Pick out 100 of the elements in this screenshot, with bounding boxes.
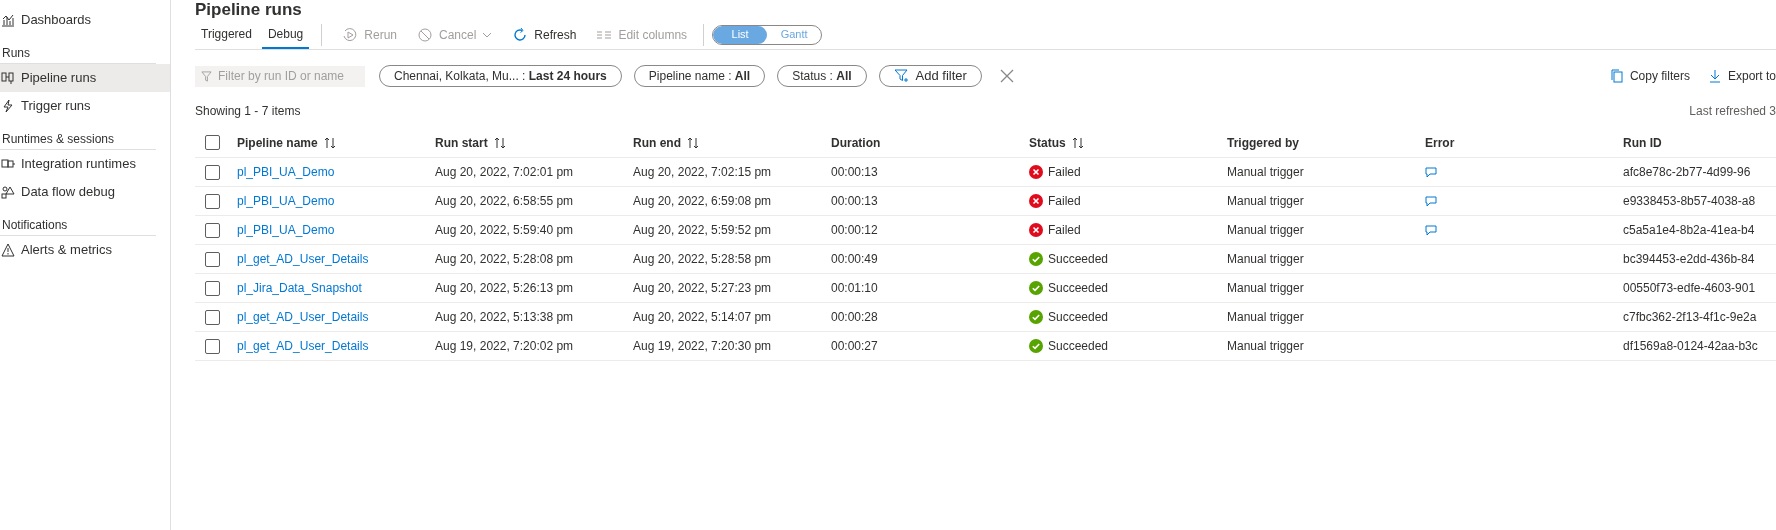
pipeline-link[interactable]: pl_get_AD_User_Details — [237, 310, 369, 324]
lightning-icon — [1, 99, 15, 113]
toolbar-button[interactable]: Refresh — [504, 21, 585, 48]
tab[interactable]: Debug — [261, 21, 310, 49]
row-checkbox[interactable] — [205, 251, 220, 267]
row-checkbox[interactable] — [205, 309, 220, 325]
table-cell: e9338453-8b57-4038-a8 — [1623, 194, 1756, 208]
table-cell: Manual trigger — [1227, 252, 1304, 266]
sort-icon[interactable] — [1071, 136, 1084, 149]
pipeline-link[interactable]: pl_get_AD_User_Details — [237, 252, 369, 266]
row-checkbox[interactable] — [205, 222, 220, 238]
table-cell: c5a5a1e4-8b2a-41ea-b4 — [1623, 223, 1755, 237]
sort-icon[interactable] — [687, 136, 699, 149]
cancel-icon — [417, 26, 433, 43]
sidebar-item[interactable]: Pipeline runs — [0, 64, 170, 92]
sidebar-item[interactable]: Integration runtimes — [0, 150, 170, 178]
download-icon — [1707, 69, 1722, 83]
column-header[interactable]: Run start — [435, 133, 488, 152]
table-cell: 00:00:13 — [831, 194, 878, 208]
table-cell: df1569a8-0124-42aa-b3c — [1623, 339, 1758, 353]
sidebar-item[interactable]: Trigger runs — [0, 92, 170, 120]
status-text: Succeeded — [1048, 338, 1109, 355]
page-title: Pipeline runs — [195, 0, 302, 20]
pipeline-link[interactable]: pl_get_AD_User_Details — [237, 339, 369, 353]
item-count: Showing 1 - 7 items — [195, 103, 301, 120]
section-header: Notifications — [0, 214, 156, 236]
sidebar-item[interactable]: Dashboards — [0, 6, 170, 34]
table-cell: c7fbc362-2f13-4f1c-9e2a — [1623, 310, 1757, 324]
column-header[interactable]: Run end — [633, 133, 681, 152]
pipeline-link[interactable]: pl_PBI_UA_Demo — [237, 165, 335, 179]
row-checkbox[interactable] — [205, 193, 220, 209]
status-text: Succeeded — [1048, 280, 1109, 297]
refresh-icon — [512, 26, 529, 43]
table-cell: Aug 20, 2022, 5:28:08 pm — [435, 252, 574, 266]
row-checkbox[interactable] — [205, 338, 220, 354]
table-cell: 00:00:28 — [831, 310, 878, 324]
table-cell: Aug 20, 2022, 7:02:01 pm — [435, 165, 574, 179]
table-cell: Aug 19, 2022, 7:20:02 pm — [435, 339, 574, 353]
message-icon[interactable] — [1425, 224, 1437, 236]
table-cell: Manual trigger — [1227, 281, 1304, 295]
table-cell: 00:00:49 — [831, 252, 878, 266]
copy-icon — [1609, 69, 1624, 83]
message-icon[interactable] — [1425, 195, 1437, 207]
column-header[interactable]: Status — [1029, 133, 1066, 152]
pipeline-link[interactable]: pl_PBI_UA_Demo — [237, 194, 335, 208]
table-cell: Aug 20, 2022, 5:28:58 pm — [633, 252, 772, 266]
table-cell: Manual trigger — [1227, 194, 1304, 208]
table-cell: Aug 19, 2022, 7:20:30 pm — [633, 339, 772, 353]
table-cell: Aug 20, 2022, 5:27:23 pm — [633, 281, 772, 295]
table-cell: Aug 20, 2022, 5:14:07 pm — [633, 310, 772, 324]
runtime-icon — [1, 157, 15, 171]
section-header: Runtimes & sessions — [0, 128, 156, 150]
pipeline-icon — [1, 71, 15, 85]
table-cell: 00:01:10 — [831, 281, 878, 295]
table-cell: Manual trigger — [1227, 310, 1304, 324]
table-cell: Manual trigger — [1227, 223, 1304, 237]
table-cell: Aug 20, 2022, 5:13:38 pm — [435, 310, 574, 324]
table-cell: 00:00:27 — [831, 339, 878, 353]
table-cell: Aug 20, 2022, 5:26:13 pm — [435, 281, 574, 295]
status-text: Succeeded — [1048, 309, 1109, 326]
sidebar-item[interactable]: Data flow debug — [0, 178, 170, 206]
table-cell: Aug 20, 2022, 6:59:08 pm — [633, 194, 772, 208]
status-text: Succeeded — [1048, 251, 1109, 268]
table-cell: Aug 20, 2022, 6:58:55 pm — [435, 194, 574, 208]
shapes-icon — [1, 185, 15, 199]
column-header[interactable]: Pipeline name — [237, 133, 318, 152]
table-cell: Aug 20, 2022, 5:59:52 pm — [633, 223, 772, 237]
column-header[interactable]: Error — [1425, 133, 1455, 152]
table-cell: 00:00:13 — [831, 165, 878, 179]
table-cell: Manual trigger — [1227, 165, 1304, 179]
column-header[interactable]: Run ID — [1623, 133, 1662, 152]
sort-icon[interactable] — [323, 136, 336, 149]
sort-icon[interactable] — [493, 136, 506, 149]
tab[interactable]: Triggered — [195, 21, 258, 49]
select-all-checkbox[interactable] — [205, 135, 220, 150]
last-refreshed-text: Last refreshed 3 — [1689, 103, 1776, 120]
table-cell: 00550f73-edfe-4603-901 — [1623, 281, 1756, 295]
table-cell: Aug 20, 2022, 7:02:15 pm — [633, 165, 772, 179]
rerun-icon — [342, 26, 359, 43]
warning-icon — [1, 243, 15, 257]
table-cell: 00:00:12 — [831, 223, 878, 237]
search-field[interactable]: Filter by run ID or name — [195, 65, 365, 87]
table-cell: afc8e78c-2b77-4d99-96 — [1623, 165, 1751, 179]
action-link[interactable]: Copy filters — [1609, 67, 1690, 85]
table-cell: Aug 20, 2022, 5:59:40 pm — [435, 223, 574, 237]
pipeline-link[interactable]: pl_Jira_Data_Snapshot — [237, 281, 362, 295]
pipeline-link[interactable]: pl_PBI_UA_Demo — [237, 223, 335, 237]
row-checkbox[interactable] — [205, 280, 220, 296]
status-text: Failed — [1048, 222, 1081, 239]
status-text: Failed — [1048, 164, 1081, 181]
action-link[interactable]: Export to — [1707, 67, 1776, 85]
sidebar-item[interactable]: Alerts & metrics — [0, 236, 170, 264]
table-cell: bc394453-e2dd-436b-84 — [1623, 252, 1755, 266]
add-filter-icon — [893, 69, 910, 83]
chart-icon — [1, 13, 15, 27]
close-icon[interactable] — [999, 69, 1014, 83]
column-header[interactable]: Duration — [831, 133, 881, 152]
column-header[interactable]: Triggered by — [1227, 133, 1300, 152]
message-icon[interactable] — [1425, 166, 1437, 178]
row-checkbox[interactable] — [205, 164, 220, 180]
